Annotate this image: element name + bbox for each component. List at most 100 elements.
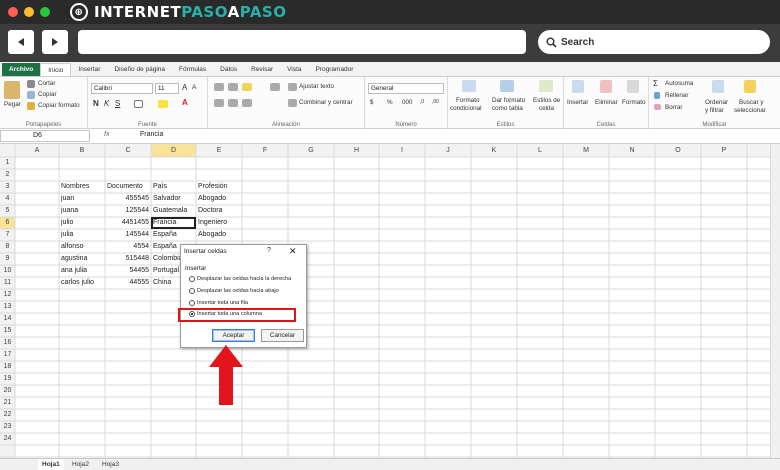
close-window-icon[interactable] [8, 7, 18, 17]
number-format-select[interactable]: General [368, 83, 444, 94]
row-header-4[interactable]: 4 [0, 193, 15, 205]
align-center-icon[interactable] [228, 99, 238, 107]
underline-icon[interactable]: S [115, 99, 120, 108]
row-header-19[interactable]: 19 [0, 373, 15, 385]
table-format-label-2[interactable]: como tabla [492, 105, 523, 112]
find-label-1[interactable]: Buscar y [739, 99, 764, 106]
find-label-2[interactable]: seleccionar [734, 107, 766, 114]
cell-c8[interactable]: 4554 [107, 241, 149, 253]
percent-icon[interactable]: % [387, 99, 393, 106]
cell-d4[interactable]: Salvador [153, 193, 194, 205]
row-header-18[interactable]: 18 [0, 361, 15, 373]
cell-b8[interactable]: alfonso [61, 241, 103, 253]
worksheet-grid[interactable]: A B C D E F G H I J K L M N O P 1 2 3 4 5 6 7 8 9 10 11 12 13 14 15 16 1… [0, 144, 770, 458]
fill-color-icon[interactable] [158, 100, 168, 108]
shrink-font-icon[interactable]: A [192, 84, 196, 91]
tab-archivo[interactable]: Archivo [2, 63, 41, 76]
cell-b11[interactable]: carlos julio [61, 277, 103, 289]
site-logo[interactable]: ⊕ INTERNETPASOAPASO [70, 3, 286, 21]
radio-entire-row[interactable] [189, 300, 195, 306]
cell-b5[interactable]: juana [61, 205, 103, 217]
cell-e6[interactable]: Ingeniero [198, 217, 240, 229]
format-painter-button[interactable]: Copiar formato [38, 102, 80, 109]
column-header-f[interactable]: F [242, 144, 288, 157]
bold-icon[interactable]: N [93, 99, 99, 108]
cancel-button[interactable]: Cancelar [261, 329, 304, 342]
column-header-c[interactable]: C [105, 144, 151, 157]
tab-datos[interactable]: Datos [213, 63, 244, 76]
grow-font-icon[interactable]: A [182, 83, 187, 92]
row-header-15[interactable]: 15 [0, 325, 15, 337]
currency-icon[interactable]: $ [370, 99, 374, 106]
forward-button[interactable] [42, 30, 68, 54]
row-header-2[interactable]: 2 [0, 169, 15, 181]
wrap-text-button[interactable]: Ajustar texto [299, 83, 334, 90]
cell-b6[interactable]: julio [61, 217, 103, 229]
row-header-5[interactable]: 5 [0, 205, 15, 217]
option-entire-row[interactable]: Insertar toda una fila [189, 300, 248, 306]
cell-e3[interactable]: Profesión [198, 181, 240, 193]
radio-shift-down[interactable] [189, 288, 195, 294]
option-shift-right[interactable]: Desplazar las celdas hacia la derecha [189, 276, 291, 282]
sheet-tab-hoja2[interactable]: Hoja2 [68, 459, 93, 470]
tab-diseno[interactable]: Diseño de página [107, 63, 172, 76]
row-header-23[interactable]: 23 [0, 421, 15, 433]
decrease-decimal-icon[interactable]: ,00 [432, 99, 439, 105]
comma-style-icon[interactable]: 000 [402, 99, 413, 106]
cell-c5[interactable]: 125544 [107, 205, 149, 217]
cell-b3[interactable]: Nombres [61, 181, 103, 193]
row-header-1[interactable]: 1 [0, 157, 15, 169]
ok-button[interactable]: Aceptar [212, 329, 255, 342]
align-left-icon[interactable] [214, 99, 224, 107]
selected-cell[interactable] [151, 217, 196, 229]
font-size-select[interactable]: 11 [155, 83, 179, 94]
row-header-14[interactable]: 14 [0, 313, 15, 325]
row-header-8[interactable]: 8 [0, 241, 15, 253]
column-header-k[interactable]: K [471, 144, 517, 157]
cond-format-label-1[interactable]: Formato [456, 97, 479, 104]
row-header-16[interactable]: 16 [0, 337, 15, 349]
sheet-tab-hoja3[interactable]: Hoja3 [98, 459, 123, 470]
search-box[interactable]: Search [538, 30, 770, 54]
column-header-n[interactable]: N [609, 144, 655, 157]
tab-revisar[interactable]: Revisar [244, 63, 280, 76]
column-header-p[interactable]: P [701, 144, 747, 157]
cut-button[interactable]: Cortar [38, 80, 56, 87]
row-header-24[interactable]: 24 [0, 433, 15, 445]
tab-formulas[interactable]: Fórmulas [172, 63, 213, 76]
row-header-3[interactable]: 3 [0, 181, 15, 193]
function-icon[interactable]: fx [104, 131, 109, 138]
row-header-11[interactable]: 11 [0, 277, 15, 289]
sort-label-1[interactable]: Ordenar [705, 99, 728, 106]
cell-c4[interactable]: 455545 [107, 193, 149, 205]
cell-c6[interactable]: 4451455 [107, 217, 149, 229]
name-box[interactable]: D6 [0, 130, 90, 142]
align-right-icon[interactable] [242, 99, 252, 107]
italic-icon[interactable]: K [104, 99, 109, 108]
cell-c9[interactable]: 515448 [107, 253, 149, 265]
orientation-icon[interactable] [270, 83, 280, 91]
row-header-21[interactable]: 21 [0, 397, 15, 409]
cell-styles-label-1[interactable]: Estilos de [533, 97, 560, 104]
cell-d7[interactable]: España [153, 229, 194, 241]
cell-c11[interactable]: 44555 [107, 277, 149, 289]
tab-programador[interactable]: Programador [309, 63, 361, 76]
paste-button[interactable]: Pegar [4, 101, 21, 108]
option-shift-down[interactable]: Desplazar las celdas hacia abajo [189, 288, 279, 294]
maximize-window-icon[interactable] [40, 7, 50, 17]
cell-b7[interactable]: julia [61, 229, 103, 241]
fill-button[interactable]: Rellenar [665, 92, 688, 99]
row-header-7[interactable]: 7 [0, 229, 15, 241]
row-header-17[interactable]: 17 [0, 349, 15, 361]
help-icon[interactable]: ? [267, 247, 271, 254]
cell-b10[interactable]: ana julia [61, 265, 103, 277]
copy-button[interactable]: Copiar [38, 91, 57, 98]
row-header-10[interactable]: 10 [0, 265, 15, 277]
column-header-m[interactable]: M [563, 144, 609, 157]
cell-b4[interactable]: juan [61, 193, 103, 205]
delete-button[interactable]: Eliminar [595, 99, 618, 106]
back-button[interactable] [8, 30, 34, 54]
cell-d5[interactable]: Guatemala [153, 205, 194, 217]
tab-insertar[interactable]: Insertar [71, 63, 107, 76]
sort-label-2[interactable]: y filtrar [705, 107, 724, 114]
